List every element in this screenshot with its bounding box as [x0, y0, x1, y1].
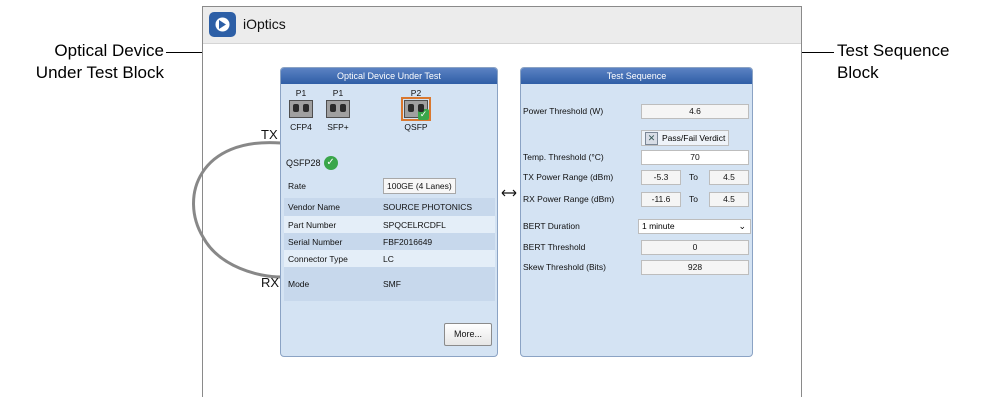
x-icon: ✕: [645, 131, 658, 145]
pass-fail-verdict-toggle[interactable]: ✕ Pass/Fail Verdict: [641, 130, 729, 146]
chevron-down-icon: ⌄: [738, 221, 746, 231]
port-connector-icon: [289, 100, 313, 118]
rx-power-range-label: RX Power Range (dBm): [523, 194, 615, 204]
more-button[interactable]: More...: [444, 323, 492, 346]
row-mode: Mode SMF: [284, 267, 495, 301]
callout-dut: Optical Device Under Test Block: [6, 40, 164, 84]
port-name: SFP+: [327, 122, 349, 132]
bert-duration-select[interactable]: 1 minute ⌄: [638, 219, 751, 234]
dut-info-table: Rate 100GE (4 Lanes) Vendor Name SOURCE …: [284, 174, 495, 301]
rx-label: RX: [261, 275, 280, 290]
callout-dut-line2: Under Test Block: [35, 63, 164, 82]
port-number: P1: [332, 88, 344, 98]
tx-label: TX: [261, 127, 278, 142]
rate-value[interactable]: 100GE (4 Lanes): [383, 178, 456, 194]
bert-threshold-label: BERT Threshold: [523, 242, 586, 252]
callout-dut-line1: Optical Device: [54, 41, 164, 60]
serial-number-value: FBF2016649: [383, 236, 433, 247]
port-name: QSFP: [404, 122, 428, 132]
temp-threshold-label: Temp. Threshold (°C): [523, 152, 604, 162]
ioptics-logo-icon: [209, 12, 236, 37]
callout-seq-line2: Block: [837, 63, 879, 82]
rate-label: Rate: [288, 181, 306, 191]
connector-type-label: Connector Type: [288, 253, 348, 264]
tx-to-label: To: [689, 172, 698, 182]
skew-threshold-label: Skew Threshold (Bits): [523, 262, 606, 272]
port-connector-icon: [326, 100, 350, 118]
connector-type-value: LC: [383, 253, 394, 264]
serial-number-label: Serial Number: [288, 236, 343, 247]
port-connector-icon: ✓: [401, 97, 431, 121]
power-threshold-label: Power Threshold (W): [523, 106, 604, 116]
module-type: QSFP28 ✓: [286, 156, 338, 170]
row-vendor: Vendor Name SOURCE PHOTONICS: [284, 198, 495, 216]
skew-threshold-field[interactable]: 928: [641, 260, 749, 275]
check-circle-icon: ✓: [323, 156, 338, 170]
port-number: P1: [295, 88, 307, 98]
power-threshold-field[interactable]: 4.6: [641, 104, 749, 119]
row-serial-number: Serial Number FBF2016649: [284, 233, 495, 250]
rx-power-max-field[interactable]: 4.5: [709, 192, 749, 207]
callout-seq: Test Sequence Block: [837, 40, 949, 84]
app-header: iOptics: [203, 7, 801, 44]
verdict-label: Pass/Fail Verdict: [662, 133, 726, 143]
vendor-label: Vendor Name: [288, 202, 340, 212]
tx-power-range-label: TX Power Range (dBm): [523, 172, 614, 182]
port-qsfp[interactable]: P2 ✓ QSFP: [396, 88, 436, 132]
test-sequence-panel: Test Sequence Power Threshold (W) 4.6 ✕ …: [520, 67, 753, 357]
callout-seq-line1: Test Sequence: [837, 41, 950, 60]
bert-duration-label: BERT Duration: [523, 221, 580, 231]
port-cfp4[interactable]: P1 CFP4: [281, 88, 321, 132]
rx-power-min-field[interactable]: -11.6: [641, 192, 681, 207]
module-name: QSFP28: [286, 158, 321, 168]
row-connector-type: Connector Type LC: [284, 250, 495, 267]
optical-device-under-test-panel: Optical Device Under Test P1 CFP4 P1 SFP…: [280, 67, 498, 357]
seq-header: Test Sequence: [521, 68, 752, 84]
row-rate: Rate 100GE (4 Lanes): [284, 174, 495, 198]
tx-power-max-field[interactable]: 4.5: [709, 170, 749, 185]
app-window: iOptics TX RX Optical Device Under Test …: [192, 6, 802, 397]
bert-threshold-field[interactable]: 0: [641, 240, 749, 255]
port-number: P2: [410, 88, 422, 98]
app-title: iOptics: [243, 16, 286, 32]
row-part-number: Part Number SPQCELRCDFL: [284, 216, 495, 233]
link-arrow-icon: [501, 189, 517, 197]
part-number-value: SPQCELRCDFL: [383, 219, 446, 230]
part-number-label: Part Number: [288, 219, 337, 230]
rx-to-label: To: [689, 194, 698, 204]
port-sfp-plus[interactable]: P1 SFP+: [318, 88, 358, 132]
tx-power-min-field[interactable]: -5.3: [641, 170, 681, 185]
port-name: CFP4: [290, 122, 312, 132]
mode-label: Mode: [288, 279, 310, 289]
mode-value: SMF: [383, 279, 401, 289]
check-icon: ✓: [418, 109, 429, 120]
temp-threshold-field[interactable]: 70: [641, 150, 749, 165]
vendor-value: SOURCE PHOTONICS: [383, 202, 473, 212]
port-list: P1 CFP4 P1 SFP+ P2 ✓ QSFP: [281, 88, 497, 148]
dut-header: Optical Device Under Test: [281, 68, 497, 84]
fiber-loop: [192, 141, 282, 279]
bert-duration-value: 1 minute: [642, 221, 675, 231]
